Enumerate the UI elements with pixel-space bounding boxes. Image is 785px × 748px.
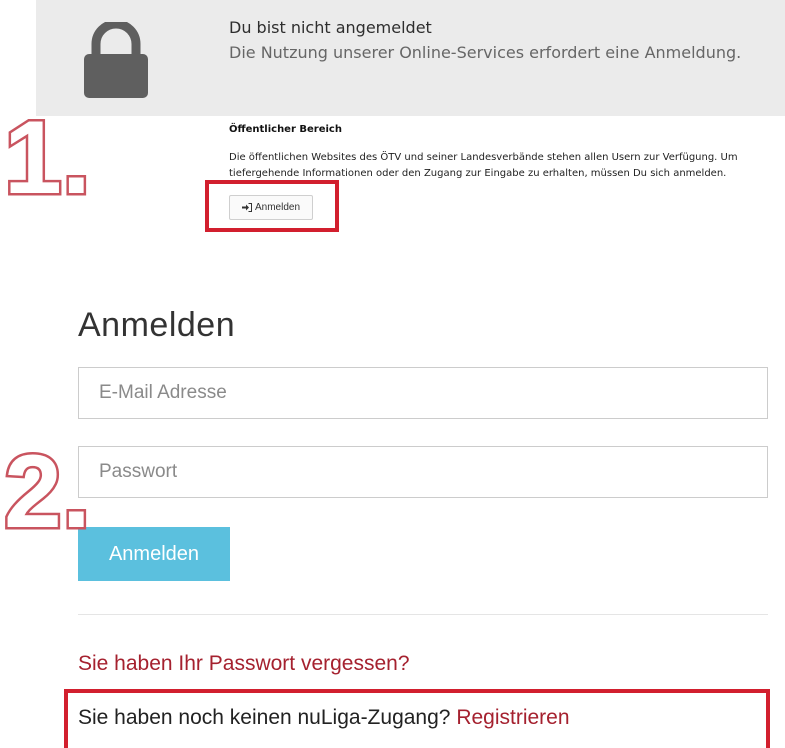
email-field[interactable] xyxy=(78,367,768,419)
lock-icon xyxy=(84,22,148,98)
forgot-password-link[interactable]: Sie haben Ihr Passwort vergessen? xyxy=(78,652,410,676)
login-title: Anmelden xyxy=(78,306,236,344)
public-area-heading: Öffentlicher Bereich xyxy=(229,124,342,135)
password-field[interactable] xyxy=(78,446,768,498)
login-notice-banner: Du bist nicht angemeldet Die Nutzung uns… xyxy=(36,0,785,116)
login-submit-button[interactable]: Anmelden xyxy=(78,527,230,581)
step-one-marker: 1. xyxy=(2,100,94,216)
public-area-text: Die öffentlichen Websites des ÖTV und se… xyxy=(229,152,738,179)
step-two-marker: 2. xyxy=(2,434,94,550)
notice-title: Du bist nicht angemeldet xyxy=(229,18,432,37)
step-one-highlight xyxy=(205,180,339,232)
notice-text: Die Nutzung unserer Online-Services erfo… xyxy=(229,43,742,62)
register-highlight xyxy=(64,689,770,748)
divider xyxy=(78,614,768,615)
